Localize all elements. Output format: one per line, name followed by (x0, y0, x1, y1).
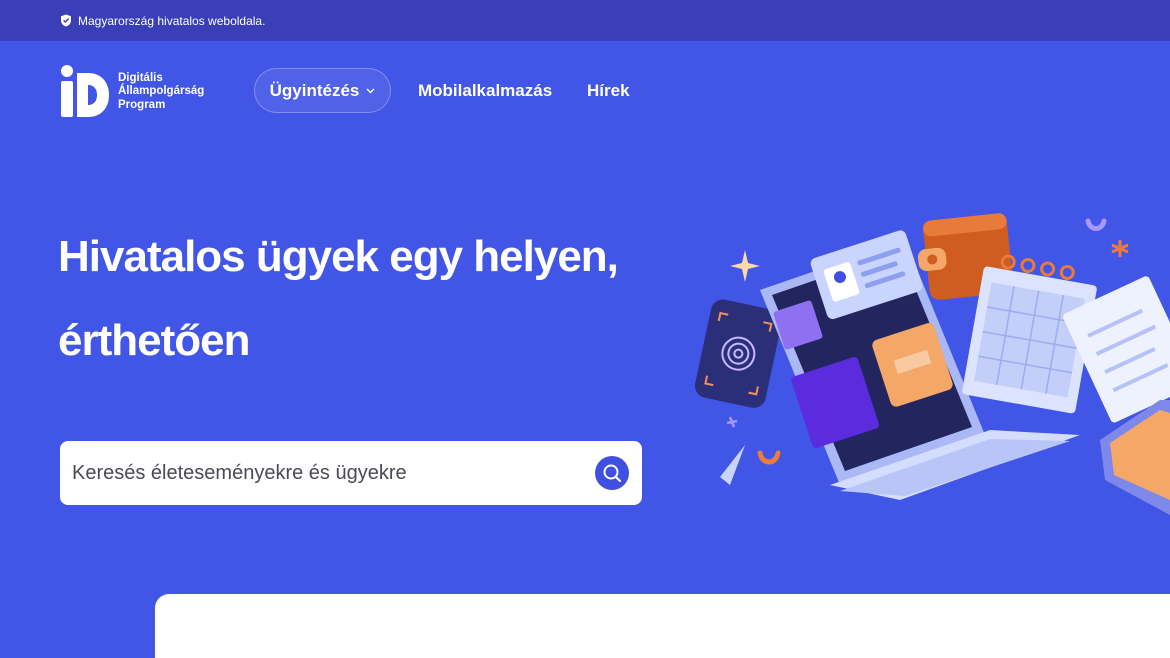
star-shape (726, 416, 738, 428)
search-button[interactable] (595, 456, 629, 490)
hero-title-line-1: Hivatalos ügyek egy helyen, (58, 232, 619, 281)
id-logo-icon (61, 65, 109, 117)
search-input[interactable] (72, 461, 582, 485)
arc-shape-purple (1085, 218, 1107, 231)
triangle-shape (720, 445, 745, 485)
logo-line-3: Program (118, 98, 166, 111)
content-card (155, 594, 1170, 658)
search-box (60, 441, 642, 505)
hero-title: Hivatalos ügyek egy helyen, érthetően (58, 215, 678, 383)
nav-mobilalkalmazas[interactable]: Mobilalkalmazás (418, 81, 552, 101)
nav-ugyintezes-label: Ügyintézés (269, 80, 360, 100)
nav-hirek[interactable]: Hírek (587, 81, 630, 101)
logo-text: Digitális Állampolgárság Program (118, 72, 218, 113)
arc-shape (757, 450, 781, 465)
shield-check-icon (60, 14, 72, 27)
official-site-text: Magyarország hivatalos weboldala. (78, 13, 266, 28)
logo-line-2: Állampolgárság (118, 85, 205, 98)
search-icon (603, 464, 622, 483)
sparkle-icon (730, 250, 760, 282)
site-header: Digitális Állampolgárság Program Ügyinté… (0, 41, 1170, 141)
hero-illustration (694, 213, 1170, 515)
chevron-down-icon (366, 85, 375, 97)
logo-line-1: Digitális (118, 71, 163, 84)
hero-title-line-2: érthetően (58, 316, 250, 365)
nav-ugyintezes-dropdown[interactable]: Ügyintézés (254, 68, 391, 113)
asterisk-shape (1111, 240, 1129, 257)
official-site-bar: Magyarország hivatalos weboldala. (0, 0, 1170, 41)
site-logo[interactable]: Digitális Állampolgárság Program (60, 65, 218, 119)
